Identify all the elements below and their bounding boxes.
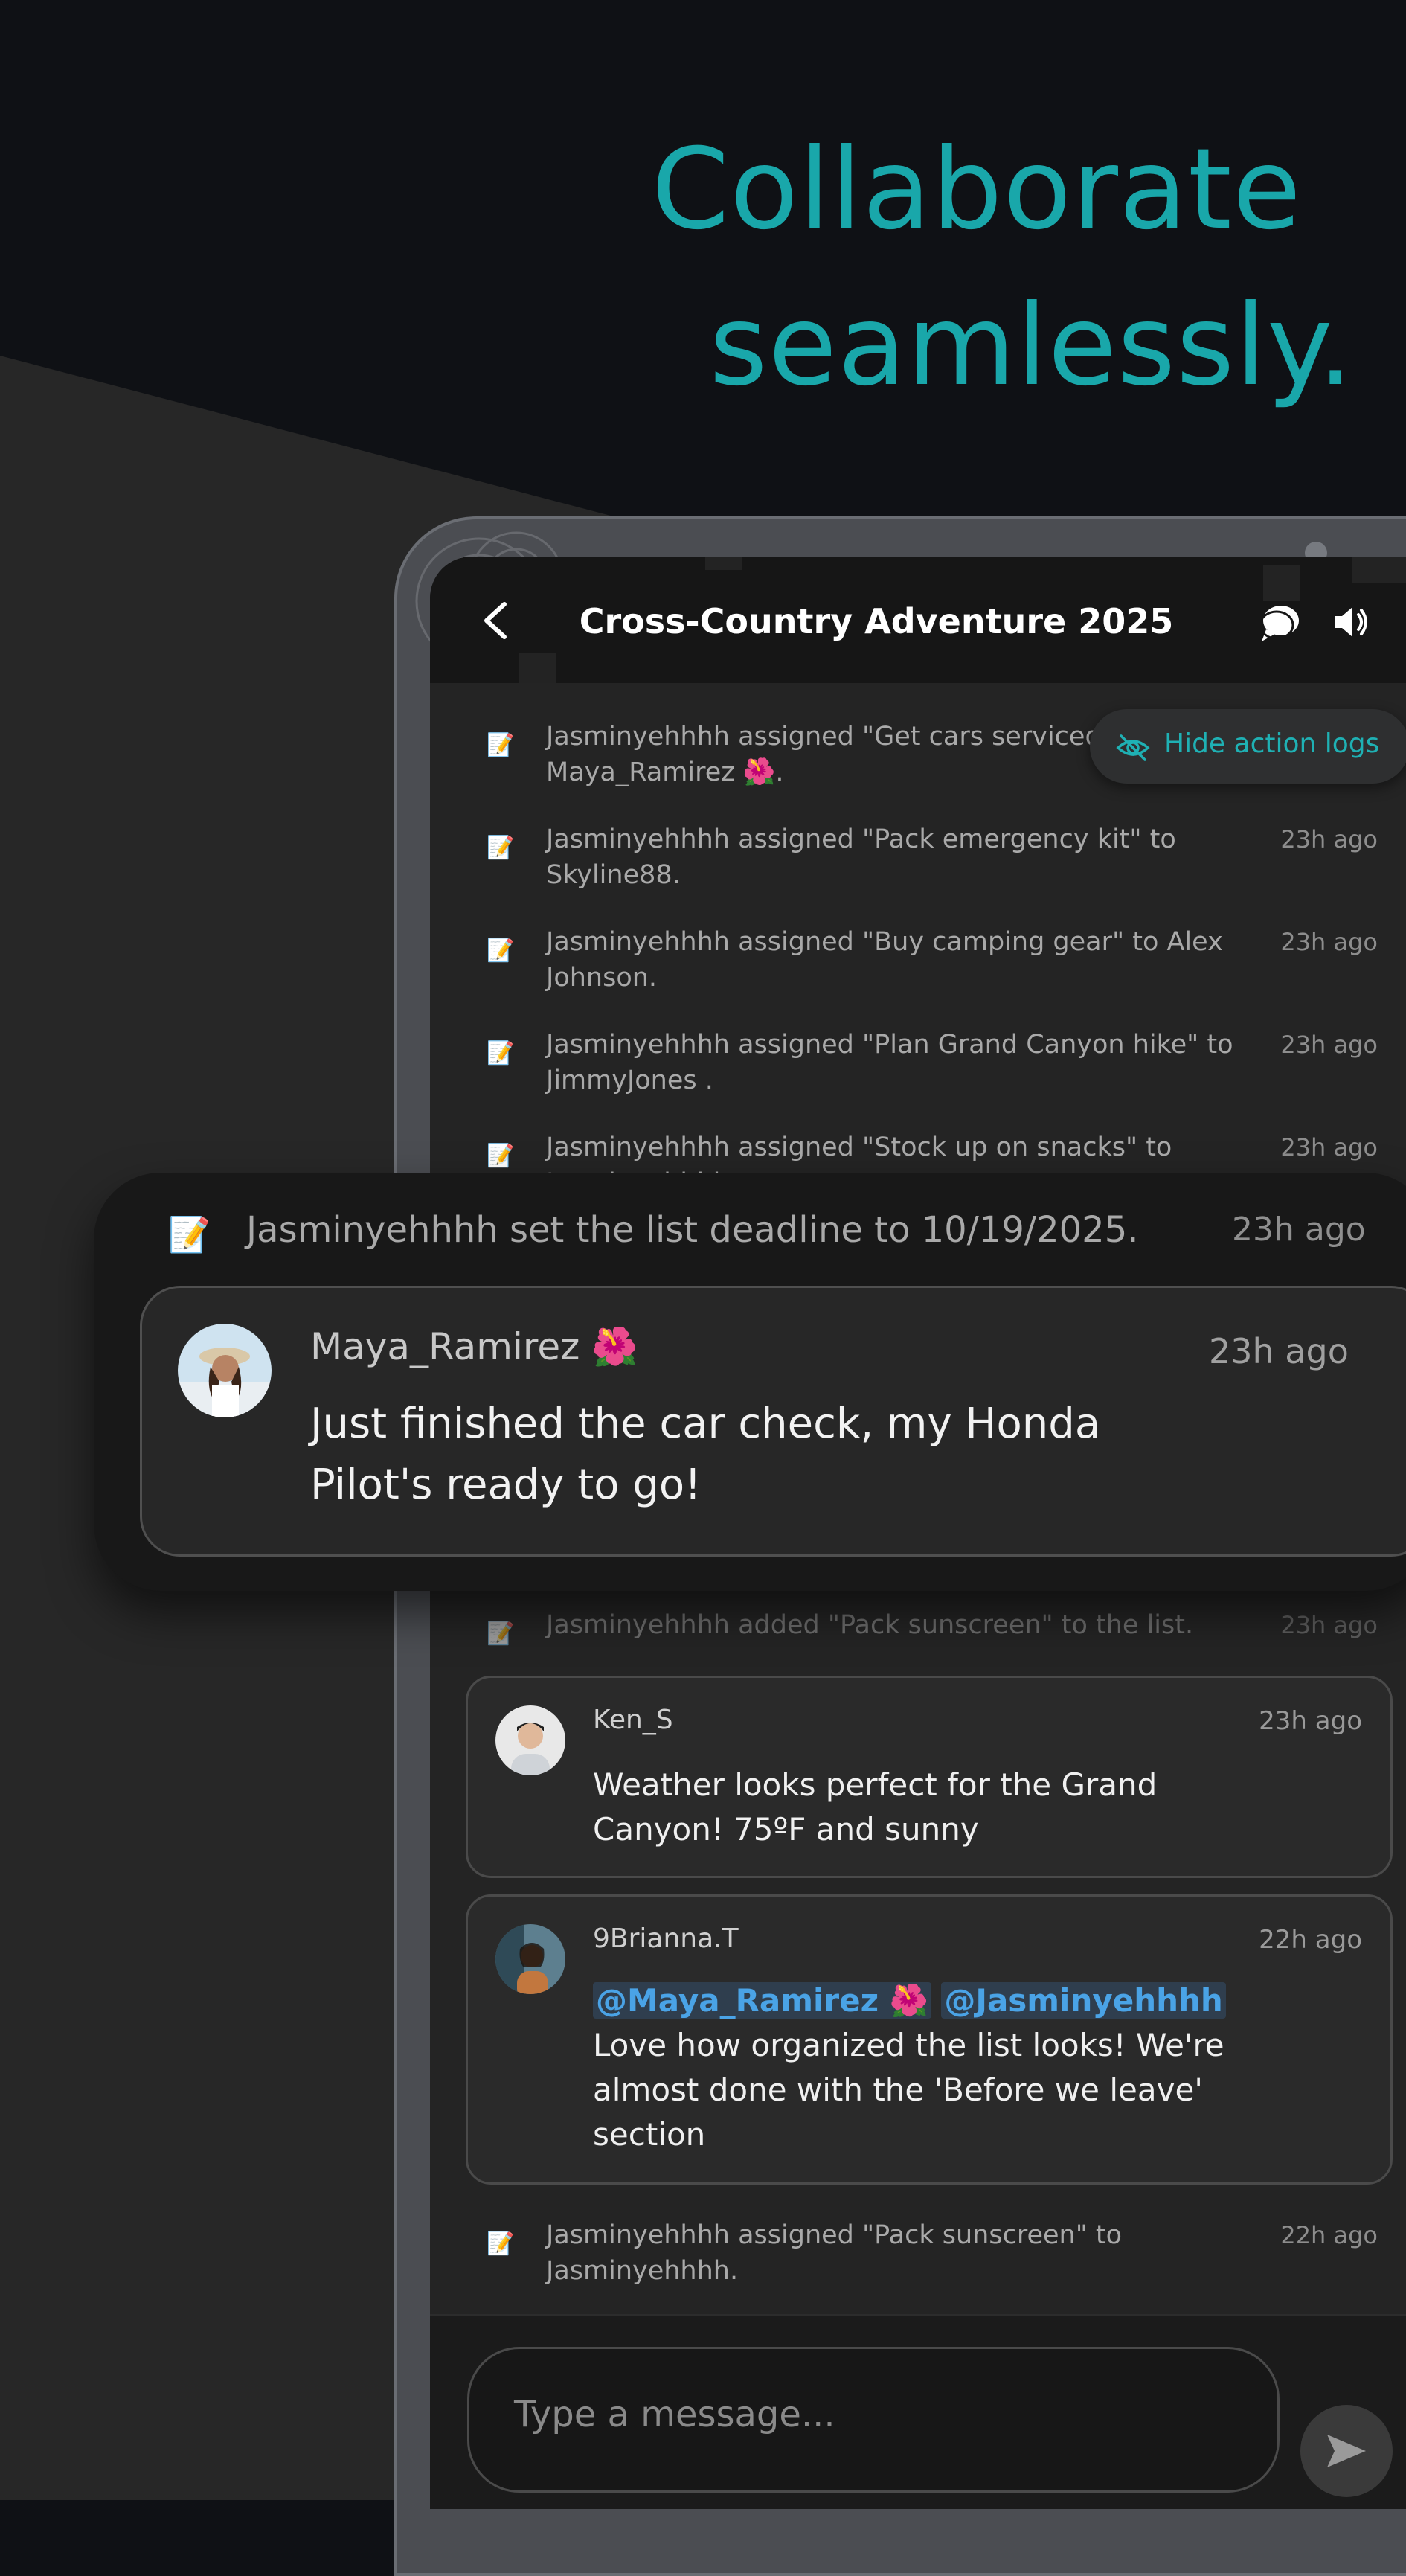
log-item: 📝 Jasminyehhhh assigned "Buy camping gea…	[430, 924, 1406, 1013]
memo-icon: 📝	[487, 835, 515, 861]
send-icon	[1327, 2435, 1366, 2467]
log-time: 23h ago	[1280, 825, 1378, 853]
headline: Collaborate seamlessly.	[651, 112, 1353, 424]
message-text: Just finished the car check, my Honda Pi…	[310, 1400, 1101, 1509]
log-time: 23h ago	[1232, 1211, 1366, 1249]
avatar	[178, 1324, 272, 1417]
header-tile	[705, 557, 742, 570]
log-time: 23h ago	[1280, 1031, 1378, 1059]
message-input[interactable]: Type a message...	[467, 2347, 1280, 2493]
log-text: Jasminyehhhh set the list deadline to 10…	[246, 1209, 1139, 1251]
log-text: Jasminyehhhh assigned "Plan Grand Canyon…	[546, 1030, 1233, 1095]
chat-header: Cross-Country Adventure 2025	[430, 557, 1406, 683]
chat-title: Cross-Country Adventure 2025	[579, 601, 1174, 641]
log-time: 23h ago	[1280, 1611, 1378, 1639]
log-item: 📝 Jasminyehhhh added "Pack sunscreen" to…	[430, 1607, 1406, 1652]
avatar	[495, 1705, 565, 1775]
message-bubble[interactable]: Ken_S 23h ago Weather looks perfect for …	[466, 1676, 1393, 1878]
message-time: 22h ago	[1259, 1925, 1362, 1955]
memo-icon: 📝	[487, 1621, 515, 1647]
headline-line-2: seamlessly.	[709, 281, 1354, 411]
log-item: 📝 Jasminyehhhh assigned "Plan Grand Cany…	[430, 1027, 1406, 1116]
hide-action-logs-label: Hide action logs	[1164, 728, 1380, 759]
log-time: 23h ago	[1280, 928, 1378, 956]
header-tile	[519, 653, 556, 683]
log-text: Jasminyehhhh added "Pack sunscreen" to t…	[546, 1610, 1194, 1640]
speaker-icon[interactable]	[1330, 601, 1372, 643]
send-button[interactable]	[1300, 2405, 1393, 2497]
log-text: Jasminyehhhh assigned "Pack emergency ki…	[546, 824, 1176, 890]
eye-off-icon	[1116, 734, 1150, 761]
back-chevron-icon[interactable]	[475, 598, 519, 643]
avatar	[495, 1924, 565, 1994]
header-tile	[1352, 557, 1406, 583]
mention-tag[interactable]: @Jasminyehhhh	[941, 1982, 1226, 2019]
message-bubble[interactable]: Maya_Ramirez 🌺 23h ago Just finished the…	[140, 1286, 1406, 1557]
log-time: 22h ago	[1280, 2221, 1378, 2249]
message-time: 23h ago	[1209, 1331, 1349, 1371]
memo-icon: 📝	[168, 1214, 211, 1255]
message-text: Love how organized the list looks! We're…	[593, 2027, 1224, 2153]
header-tile	[1263, 565, 1300, 601]
log-item: 📝 Jasminyehhhh assigned "Pack emergency …	[430, 821, 1406, 911]
headline-line-1: Collaborate	[651, 125, 1302, 254]
mention-tag[interactable]: @Maya_Ramirez 🌺	[593, 1982, 931, 2019]
message-text: Weather looks perfect for the Grand Cany…	[593, 1766, 1158, 1848]
hide-action-logs-button[interactable]: Hide action logs	[1090, 709, 1406, 784]
sender-name: Maya_Ramirez 🌺	[310, 1325, 638, 1368]
log-text: Jasminyehhhh assigned "Pack sunscreen" t…	[546, 2220, 1123, 2286]
log-time: 23h ago	[1280, 1133, 1378, 1162]
memo-icon: 📝	[487, 2231, 515, 2257]
chat-bubble-icon[interactable]	[1256, 600, 1303, 647]
log-text: Jasminyehhhh assigned "Buy camping gear"…	[546, 927, 1223, 993]
memo-icon: 📝	[487, 1143, 515, 1169]
sender-name: 9Brianna.T	[593, 1923, 739, 1954]
log-item: 📝 Jasminyehhhh assigned "Pack sunscreen"…	[430, 2217, 1406, 2299]
message-input-placeholder: Type a message...	[514, 2394, 835, 2435]
message-time: 23h ago	[1259, 1706, 1362, 1736]
message-bubble[interactable]: 9Brianna.T 22h ago @Maya_Ramirez 🌺 @Jasm…	[466, 1894, 1393, 2185]
memo-icon: 📝	[487, 938, 515, 964]
memo-icon: 📝	[487, 732, 515, 758]
sender-name: Ken_S	[593, 1705, 673, 1735]
mentions-line: @Maya_Ramirez 🌺 @Jasminyehhhh	[593, 1979, 1226, 2023]
highlighted-message-card: 📝 Jasminyehhhh set the list deadline to …	[94, 1173, 1406, 1591]
memo-icon: 📝	[487, 1040, 515, 1066]
